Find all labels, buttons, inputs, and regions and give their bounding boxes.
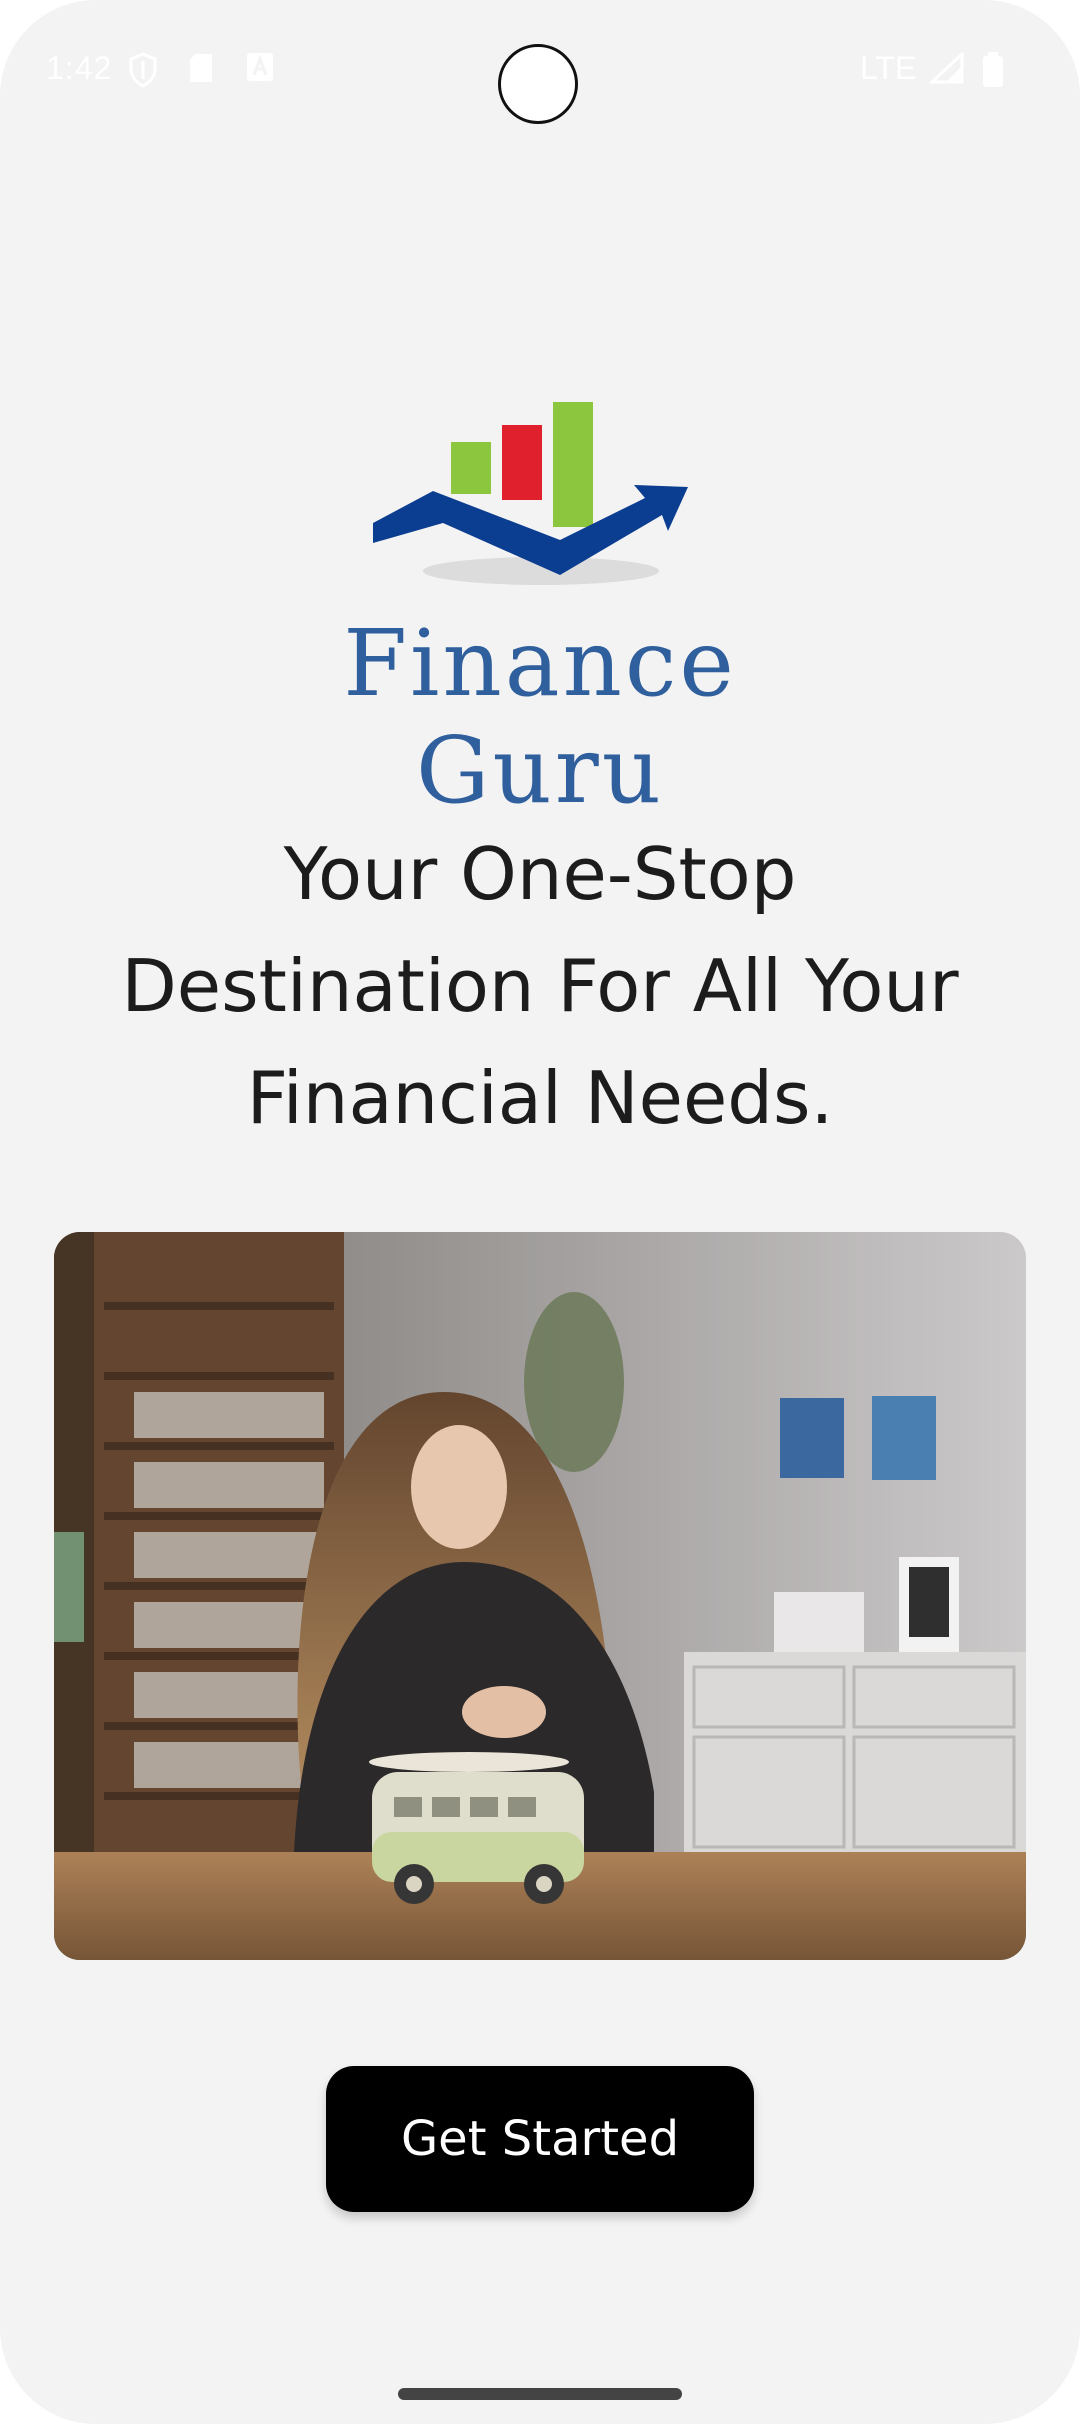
home-gesture-bar[interactable] <box>398 2388 682 2400</box>
network-type: LTE <box>860 50 917 86</box>
headline-line-1: Your One-Stop <box>283 832 797 916</box>
a-badge-icon <box>247 53 273 81</box>
headline-line-3: Financial Needs. <box>246 1056 834 1140</box>
shield-icon <box>129 52 157 88</box>
logo-wordmark: Finance Guru <box>343 610 737 824</box>
front-camera <box>498 44 578 124</box>
logo-chart-icon <box>373 402 688 585</box>
headline-line-2: Destination For All Your <box>121 944 959 1028</box>
app-screen: 1:42 LTE Finance Guru Your One-Stop Dest… <box>0 0 1080 2424</box>
headline: Your One-Stop Destination For All Your F… <box>60 818 1020 1154</box>
hero-photo-illustration <box>54 1232 1026 1960</box>
sd-card-icon <box>190 54 212 82</box>
finance-guru-logo: Finance Guru <box>230 395 850 824</box>
battery-icon <box>983 52 1003 87</box>
hero-image <box>54 1232 1026 1960</box>
status-time: 1:42 <box>46 50 113 86</box>
get-started-button[interactable]: Get Started <box>326 2066 754 2212</box>
signal-icon <box>930 52 964 84</box>
